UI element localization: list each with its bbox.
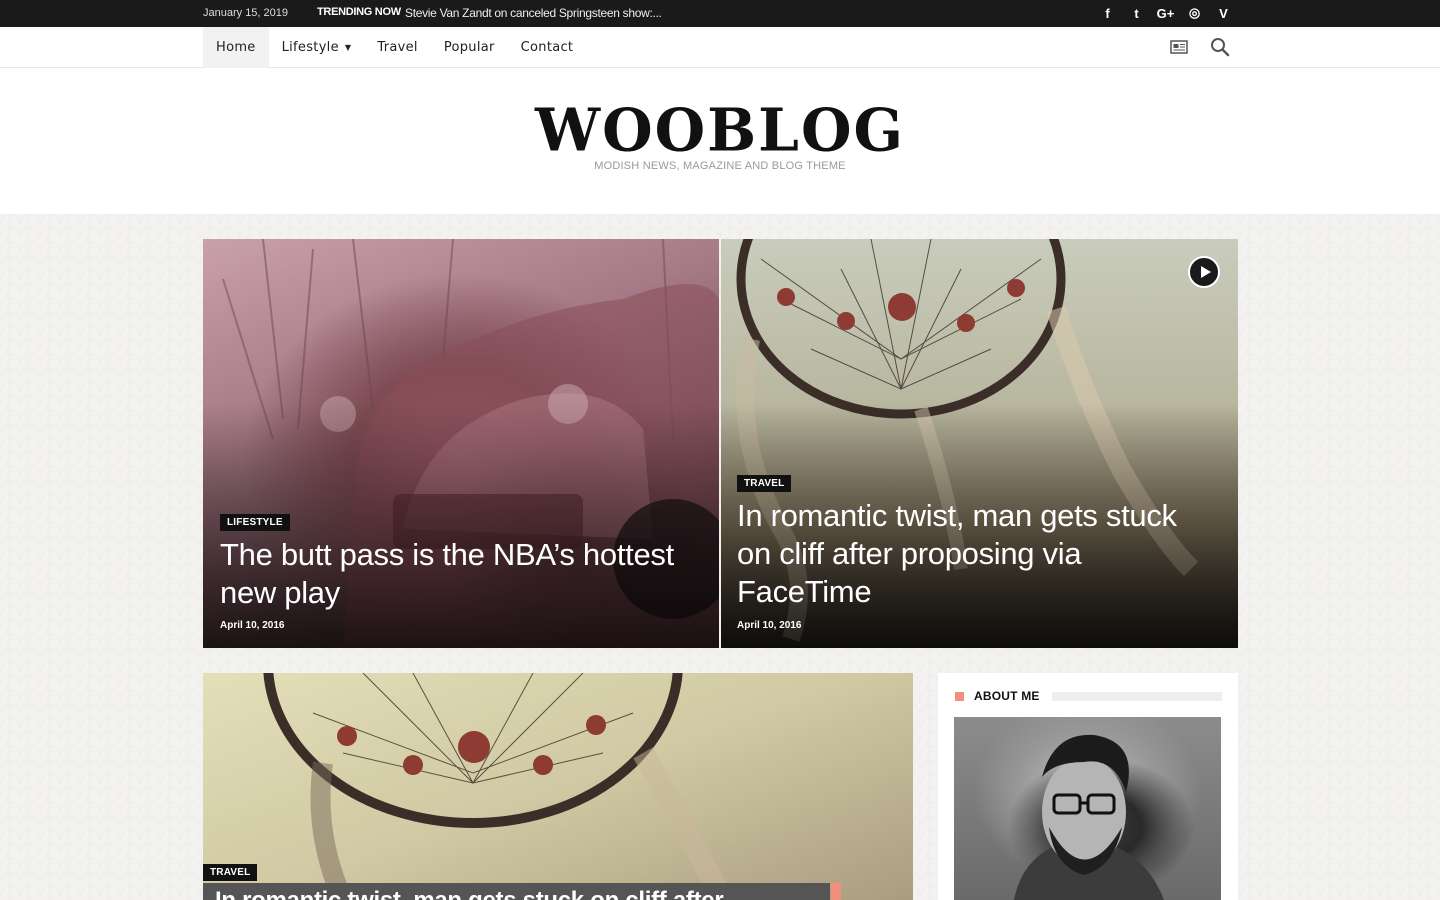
main-post-card[interactable]: TRAVEL In romantic twist, man gets stuck… [203, 673, 913, 900]
site-header: WOOBLOG MODISH NEWS, MAGAZINE AND BLOG T… [0, 68, 1440, 214]
nav-item-label: Travel [377, 40, 418, 55]
post-title[interactable]: The butt pass is the NBA’s hottest new p… [220, 536, 710, 612]
post-date: April 10, 2016 [737, 620, 802, 631]
nav-item-lifestyle[interactable]: Lifestyle ▼ [269, 27, 365, 68]
category-badge[interactable]: LIFESTYLE [220, 514, 290, 531]
category-badge[interactable]: TRAVEL [737, 475, 792, 492]
google-plus-icon[interactable]: G+ [1157, 4, 1175, 22]
widget-title: ABOUT ME [974, 689, 1040, 703]
post-image [263, 673, 733, 900]
twitter-icon[interactable]: t [1128, 4, 1145, 22]
search-icon[interactable] [1210, 37, 1230, 62]
divider [1051, 691, 1222, 701]
dribbble-icon[interactable]: ◎ [1186, 4, 1203, 22]
trending-headline-link[interactable]: Stevie Van Zandt on canceled Springsteen… [405, 6, 662, 20]
nav-item-label: Home [216, 40, 256, 55]
social-links: f t G+ ◎ V [1099, 4, 1232, 22]
facebook-icon[interactable]: f [1099, 4, 1116, 22]
sidebar-widget-about: ABOUT ME [938, 673, 1238, 900]
current-date: January 15, 2019 [203, 7, 289, 19]
featured-post-card[interactable]: LIFESTYLE The butt pass is the NBA’s hot… [203, 239, 719, 648]
nav-item-label: Contact [520, 40, 574, 55]
accent-marker [831, 883, 841, 900]
trending-label: TRENDING NOW [317, 6, 401, 18]
post-title-bar: In romantic twist, man gets stuck on cli… [203, 883, 830, 900]
nav-item-label: Lifestyle [281, 40, 339, 55]
newspaper-icon[interactable] [1170, 40, 1188, 59]
nav-item-label: Popular [443, 40, 495, 55]
category-badge[interactable]: TRAVEL [203, 864, 258, 881]
author-photo [954, 717, 1221, 900]
post-date: April 10, 2016 [220, 620, 285, 631]
nav-item-contact[interactable]: Contact [508, 27, 587, 68]
top-bar: January 15, 2019 TRENDING NOW Stevie Van… [0, 0, 1440, 27]
site-tagline: MODISH NEWS, MAGAZINE AND BLOG THEME [594, 160, 846, 172]
nav-item-travel[interactable]: Travel [364, 27, 430, 68]
play-icon[interactable] [1188, 256, 1220, 288]
nav-item-home[interactable]: Home [203, 27, 269, 68]
nav-item-popular[interactable]: Popular [431, 27, 508, 68]
widget-header: ABOUT ME [955, 689, 1222, 703]
featured-post-card[interactable]: TRAVEL In romantic twist, man gets stuck… [721, 239, 1238, 648]
main-navigation: Home Lifestyle ▼ Travel Popular Contact [0, 27, 1440, 68]
post-title[interactable]: In romantic twist, man gets stuck on cli… [737, 497, 1217, 611]
vimeo-icon[interactable]: V [1215, 4, 1232, 22]
post-title[interactable]: In romantic twist, man gets stuck on cli… [215, 887, 724, 900]
site-logo[interactable]: WOOBLOG [0, 95, 1440, 164]
square-bullet-icon [955, 691, 964, 701]
caret-down-icon: ▼ [344, 43, 352, 52]
